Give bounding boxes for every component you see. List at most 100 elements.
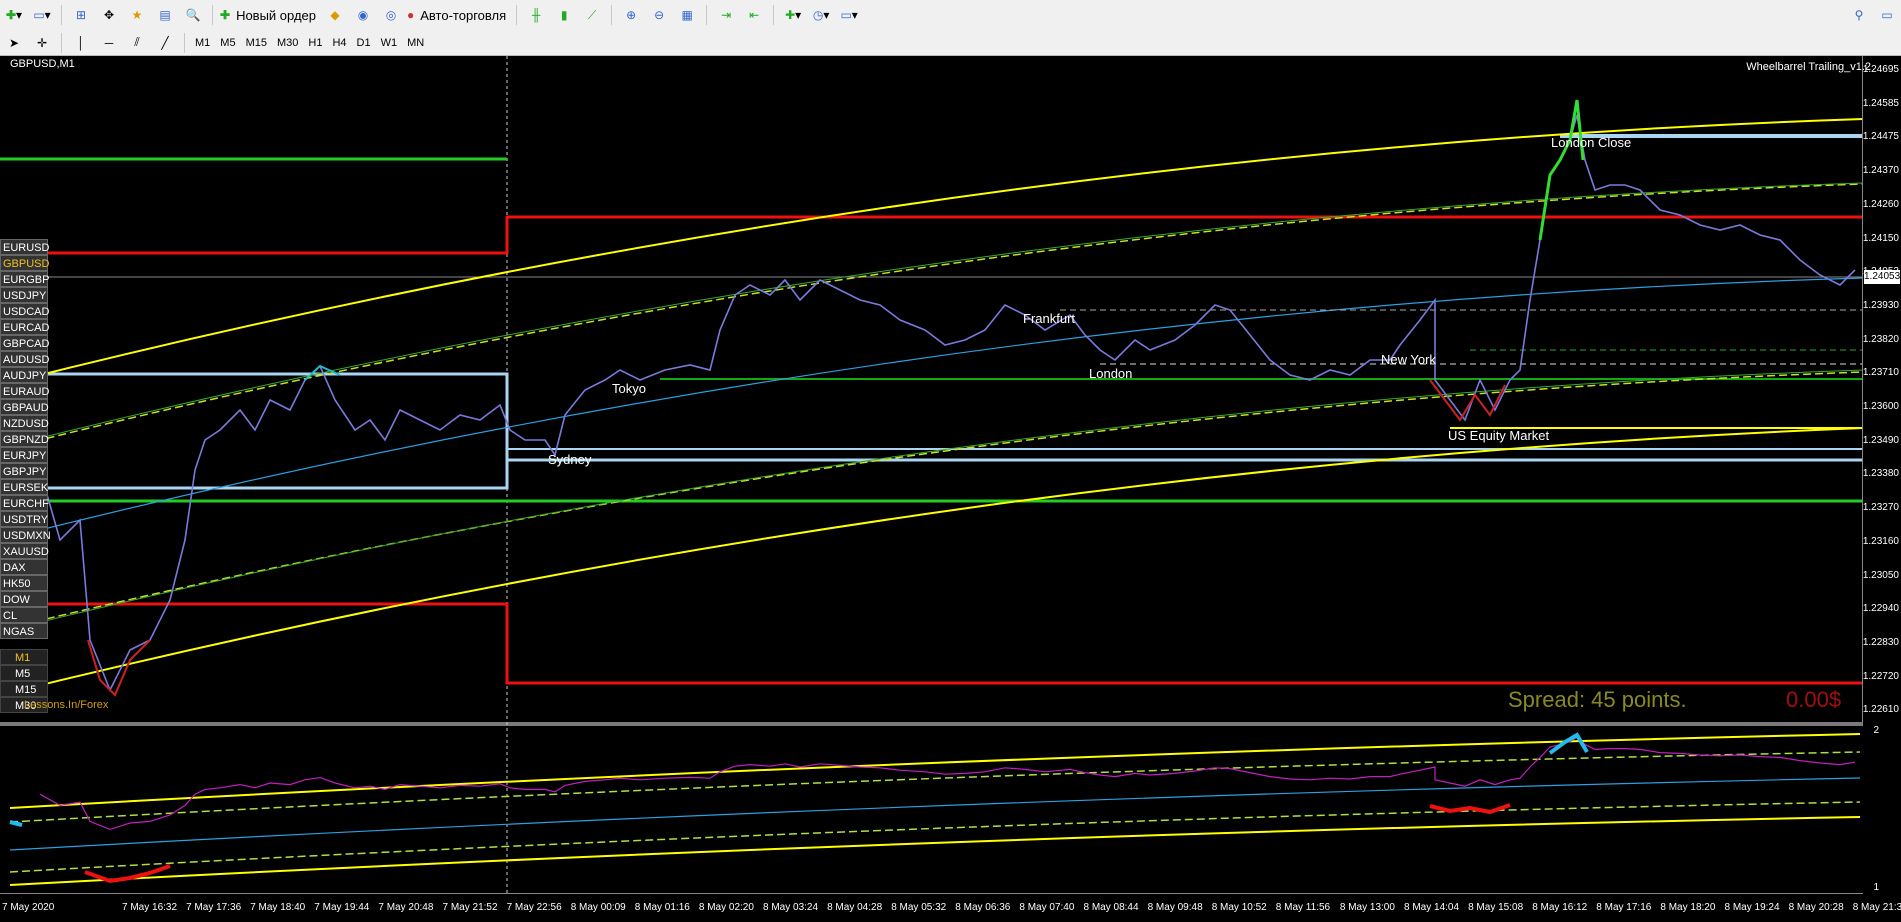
symbol-button-audusd[interactable]: AUDUSD <box>0 351 49 367</box>
search-icon[interactable]: ⚲ <box>1847 3 1871 27</box>
session-label-tokyo: Tokyo <box>612 381 646 396</box>
time-tick-label: 7 May 20:48 <box>378 902 434 913</box>
price-tick-label: 1.24370 <box>1862 165 1899 177</box>
templates-icon[interactable]: ▭ ▾ <box>837 3 861 27</box>
price-tick-label: 1.23050 <box>1862 569 1899 581</box>
autoscroll-icon[interactable]: ⇥ <box>714 3 738 27</box>
timeframe-m15[interactable]: M15 <box>241 33 272 53</box>
tf-switch-m15[interactable]: M15 <box>0 681 48 697</box>
watermark-label: Lessons.In/Forex <box>24 699 109 711</box>
timeframe-h1[interactable]: H1 <box>303 33 327 53</box>
metaeditor-icon[interactable]: ◆ <box>323 3 347 27</box>
price-tick-label: 1.24475 <box>1862 131 1899 143</box>
horizontal-line-icon[interactable]: ─ <box>97 31 121 55</box>
symbol-button-usdcad[interactable]: USDCAD <box>0 303 49 319</box>
trendline-icon[interactable]: ╱ <box>153 31 177 55</box>
price-tick-label: 1.24585 <box>1862 97 1899 109</box>
time-axis[interactable]: 7 May 2020 7 May 16:32 7 May 17:36 7 May 18… <box>0 893 1901 922</box>
price-tick-label: 1.23820 <box>1862 333 1899 345</box>
price-tick-label: 1.22610 <box>1862 704 1899 716</box>
periods-icon[interactable]: ◷ ▾ <box>809 3 833 27</box>
timeframe-d1[interactable]: D1 <box>352 33 376 53</box>
timeframe-w1[interactable]: W1 <box>376 33 403 53</box>
oscillator-red-segment-1 <box>84 864 171 884</box>
symbol-button-audjpy[interactable]: AUDJPY <box>0 367 48 383</box>
symbol-button-eurcad[interactable]: EURCAD <box>0 319 49 335</box>
symbol-button-xauusd[interactable]: XAUUSD <box>0 543 49 559</box>
symbol-button-nzdusd[interactable]: NZDUSD <box>0 415 49 431</box>
auto-trading-button[interactable]: ● Авто-торговля <box>407 3 509 27</box>
tf-switch-m5[interactable]: M5 <box>0 665 48 681</box>
navigator-icon[interactable]: ▤ <box>153 3 177 27</box>
new-chart-icon[interactable]: ✚ ▾ <box>2 3 26 27</box>
symbol-button-dax[interactable]: DAX <box>0 559 48 575</box>
new-order-button[interactable]: ✚ Новый ордер <box>220 3 319 27</box>
time-tick-label: 8 May 13:00 <box>1339 902 1395 913</box>
favorites-icon[interactable]: ★ <box>125 3 149 27</box>
line-chart-icon[interactable]: ⟋ <box>580 3 604 27</box>
zoom-out-icon[interactable]: ⊖ <box>647 3 671 27</box>
session-label-sydney: Sydney <box>548 452 592 467</box>
cursor-icon[interactable]: ➤ <box>2 31 26 55</box>
symbol-button-gbpcad[interactable]: GBPCAD <box>0 335 49 351</box>
symbol-button-dow[interactable]: DOW <box>0 591 48 607</box>
symbol-button-eurjpy[interactable]: EURJPY <box>0 447 48 463</box>
symbol-button-eurchf[interactable]: EURCHF <box>0 495 49 511</box>
symbol-button-gbpjpy[interactable]: GBPJPY <box>0 463 48 479</box>
symbol-button-hk50[interactable]: HK50 <box>0 575 48 591</box>
symbol-button-usdjpy[interactable]: USDJPY <box>0 287 48 303</box>
market-watch-icon[interactable]: ⊞ <box>69 3 93 27</box>
symbol-button-euraud[interactable]: EURAUD <box>0 383 49 399</box>
symbol-button-eurgbp[interactable]: EURGBP <box>0 271 49 287</box>
symbol-button-cl[interactable]: CL <box>0 607 48 623</box>
time-tick-label: 8 May 01:16 <box>634 902 690 913</box>
time-tick-label: 8 May 06:36 <box>955 902 1011 913</box>
red-level-top <box>0 215 1863 255</box>
time-tick-label: 8 May 19:24 <box>1724 902 1780 913</box>
timeframe-m5[interactable]: M5 <box>215 33 240 53</box>
tile-windows-icon[interactable]: ▦ <box>675 3 699 27</box>
channel-icon[interactable]: ⫽ <box>125 31 149 55</box>
timeframe-h4[interactable]: H4 <box>327 33 351 53</box>
profit-label: 0.00$ <box>1786 687 1842 712</box>
symbol-button-gbpaud[interactable]: GBPAUD <box>0 399 49 415</box>
market-icon[interactable]: ◎ <box>379 3 403 27</box>
time-tick-label: 7 May 21:52 <box>442 902 498 913</box>
zoom-in-icon[interactable]: ⊕ <box>619 3 643 27</box>
time-tick-label: 8 May 00:09 <box>570 902 626 913</box>
symbol-button-usdtry[interactable]: USDTRY <box>0 511 48 527</box>
price-tick-label: 1.23490 <box>1862 434 1899 446</box>
time-tick-label: 8 May 16:12 <box>1532 902 1588 913</box>
strategy-tester-icon[interactable]: 🔍 <box>181 3 205 27</box>
time-tick-label: 8 May 10:52 <box>1211 902 1267 913</box>
timeframe-m1[interactable]: M1 <box>190 33 215 53</box>
time-tick-label: 7 May 16:32 <box>122 902 178 913</box>
signals-icon[interactable]: ◉ <box>351 3 375 27</box>
vertical-line-icon[interactable]: │ <box>69 31 93 55</box>
symbol-button-ngas[interactable]: NGAS <box>0 623 48 639</box>
chat-icon[interactable]: ▭ <box>1875 3 1899 27</box>
symbol-button-eursek[interactable]: EURSEK <box>0 479 48 495</box>
sub-green-lower <box>9 801 1861 873</box>
symbol-button-gbpnzd[interactable]: GBPNZD <box>0 431 49 447</box>
price-tick-label: 1.23270 <box>1862 502 1899 514</box>
oscillator-line <box>39 736 1856 831</box>
bar-chart-icon[interactable]: ╫ <box>524 3 548 27</box>
timeframe-m30[interactable]: M30 <box>272 33 303 53</box>
chart-shift-icon[interactable]: ⇤ <box>742 3 766 27</box>
profiles-icon[interactable]: ▭ ▾ <box>30 3 54 27</box>
time-tick-label: 8 May 20:28 <box>1788 902 1844 913</box>
chart-area[interactable] <box>0 56 1901 921</box>
crosshair-move-icon[interactable]: ✥ <box>97 3 121 27</box>
timeframe-mn[interactable]: MN <box>402 33 429 53</box>
indicators-icon[interactable]: ✚ ▾ <box>781 3 805 27</box>
time-tick-label: 7 May 17:36 <box>186 902 242 913</box>
symbol-button-usdmxn[interactable]: USDMXN <box>0 527 51 543</box>
tf-switch-m1[interactable]: M1 <box>0 649 48 665</box>
symbol-button-eurusd[interactable]: EURUSD <box>0 239 49 255</box>
crosshair-icon[interactable]: ✛ <box>30 31 54 55</box>
symbol-button-gbpusd[interactable]: GBPUSD <box>0 255 49 271</box>
price-axis[interactable]: 1.24695 1.24585 1.24475 1.24370 1.24260 1.241… <box>1862 56 1901 722</box>
candlestick-icon[interactable]: ▮ <box>552 3 576 27</box>
chart-canvas[interactable] <box>0 56 1901 921</box>
